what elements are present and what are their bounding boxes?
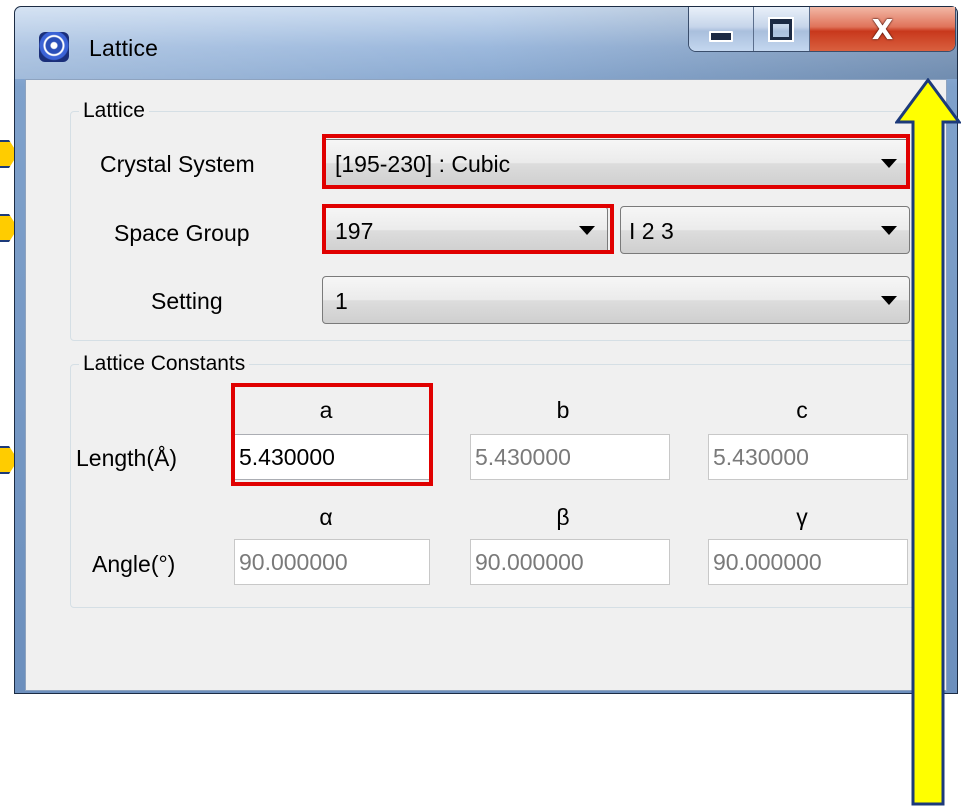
crystal-system-label: Crystal System [100,151,255,177]
annotation-resize-arrow [895,78,961,806]
column-header-gamma: γ [796,504,808,530]
length-a-field[interactable]: 5.430000 [234,434,430,480]
app-icon[interactable] [39,32,69,62]
window-title: Lattice [89,35,159,61]
column-header-alpha: α [319,504,333,530]
setting-label: Setting [151,288,223,314]
maximize-icon [770,18,793,40]
angle-gamma-field[interactable]: 90.000000 [708,539,908,585]
space-group-label: Space Group [114,220,250,246]
space-group-number-select[interactable]: 197 [322,206,608,254]
angle-beta-field[interactable]: 90.000000 [470,539,670,585]
lattice-group-legend: Lattice [79,99,149,123]
minimize-icon [708,30,733,42]
client-area: Lattice Crystal System [195-230] : Cubic… [25,79,947,691]
space-group-symbol-select[interactable]: I 2 3 [620,206,910,254]
column-header-b: b [556,397,570,423]
setting-select[interactable]: 1 [322,276,910,324]
chevron-down-icon [579,226,595,235]
column-header-beta: β [556,504,570,530]
length-label: Length(Å) [76,445,178,471]
length-c-field[interactable]: 5.430000 [708,434,908,480]
length-b-field[interactable]: 5.430000 [470,434,670,480]
close-button[interactable]: X [810,7,955,51]
column-header-c: c [796,397,808,423]
column-header-a: a [319,397,333,423]
close-icon: X [871,12,894,46]
space-group-number-value: 197 [335,218,374,244]
angle-label: Angle(°) [92,551,176,577]
lattice-window: Lattice X Lattice Crystal System [195-23… [14,6,958,694]
space-group-symbol-value: I 2 3 [629,218,674,244]
setting-value: 1 [335,288,348,314]
crystal-system-value: [195-230] : Cubic [335,151,511,177]
lattice-constants-legend: Lattice Constants [79,352,250,376]
maximize-button[interactable] [753,7,811,51]
minimize-button[interactable] [689,7,754,51]
crystal-system-select[interactable]: [195-230] : Cubic [322,139,910,187]
caption-buttons: X [688,7,956,52]
angle-alpha-field[interactable]: 90.000000 [234,539,430,585]
